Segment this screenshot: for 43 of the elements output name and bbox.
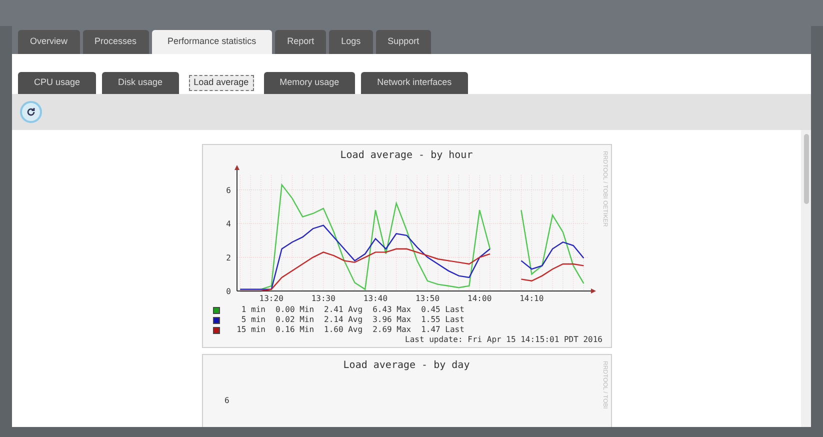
y-tick-label: 4	[226, 220, 230, 229]
y-tick-label: 6	[224, 395, 230, 407]
y-tick-label: 0	[226, 287, 230, 296]
x-tick-label: 14:10	[519, 294, 544, 303]
y-tick-label: 2	[226, 253, 230, 262]
last-update-text: Last update: Fri Apr 15 14:15:01 PDT 2016	[405, 335, 604, 345]
legend-value: 0.16 Min	[276, 325, 314, 335]
x-tick-label: 13:20	[258, 294, 283, 303]
tab[interactable]: Processes	[82, 30, 149, 54]
tab[interactable]: Disk usage	[102, 72, 179, 94]
tab[interactable]: CPU usage	[18, 72, 96, 94]
refresh-icon	[26, 107, 36, 117]
tab[interactable]: Overview	[18, 30, 80, 54]
legend-value: 2.41 Avg	[324, 305, 363, 315]
legend-value: 1.55 Last	[421, 315, 464, 325]
tab[interactable]: Support	[376, 30, 432, 54]
x-tick-label: 13:40	[362, 294, 388, 303]
tab[interactable]: Report	[275, 30, 326, 54]
legend-value: 1.47 Last	[421, 325, 464, 335]
refresh-button[interactable]	[20, 101, 42, 123]
legend-value: 3.96 Max	[372, 315, 412, 325]
legend-label: 5 min	[240, 315, 266, 325]
y-tick-label: 6	[226, 186, 230, 195]
legend-value: 2.14 Avg	[324, 315, 363, 325]
tab[interactable]: Logs	[329, 30, 373, 54]
graph-title: Load average - by hour	[340, 149, 473, 163]
legend-value: 6.43 Max	[372, 305, 412, 315]
legend-value: 0.45 Last	[421, 305, 464, 315]
legend-value: 2.69 Max	[372, 325, 412, 335]
tab[interactable]: Performance statistics	[152, 30, 272, 54]
legend-label: 1 min	[240, 305, 266, 315]
legend-value: 0.02 Min	[276, 315, 314, 325]
legend-value: 0.00 Min	[276, 305, 314, 315]
scrollbar[interactable]	[801, 130, 811, 427]
x-tick-label: 14:00	[467, 294, 492, 303]
tab[interactable]: Network interfaces	[361, 72, 468, 94]
x-tick-label: 13:50	[415, 294, 440, 303]
tab[interactable]: Load average	[188, 75, 254, 91]
legend-value: 1.60 Avg	[324, 325, 363, 335]
x-tick-label: 13:30	[310, 294, 335, 303]
tab[interactable]: Memory usage	[264, 72, 356, 94]
legend-label: 15 min	[236, 325, 266, 335]
graph-title: Load average - by day	[343, 359, 470, 373]
